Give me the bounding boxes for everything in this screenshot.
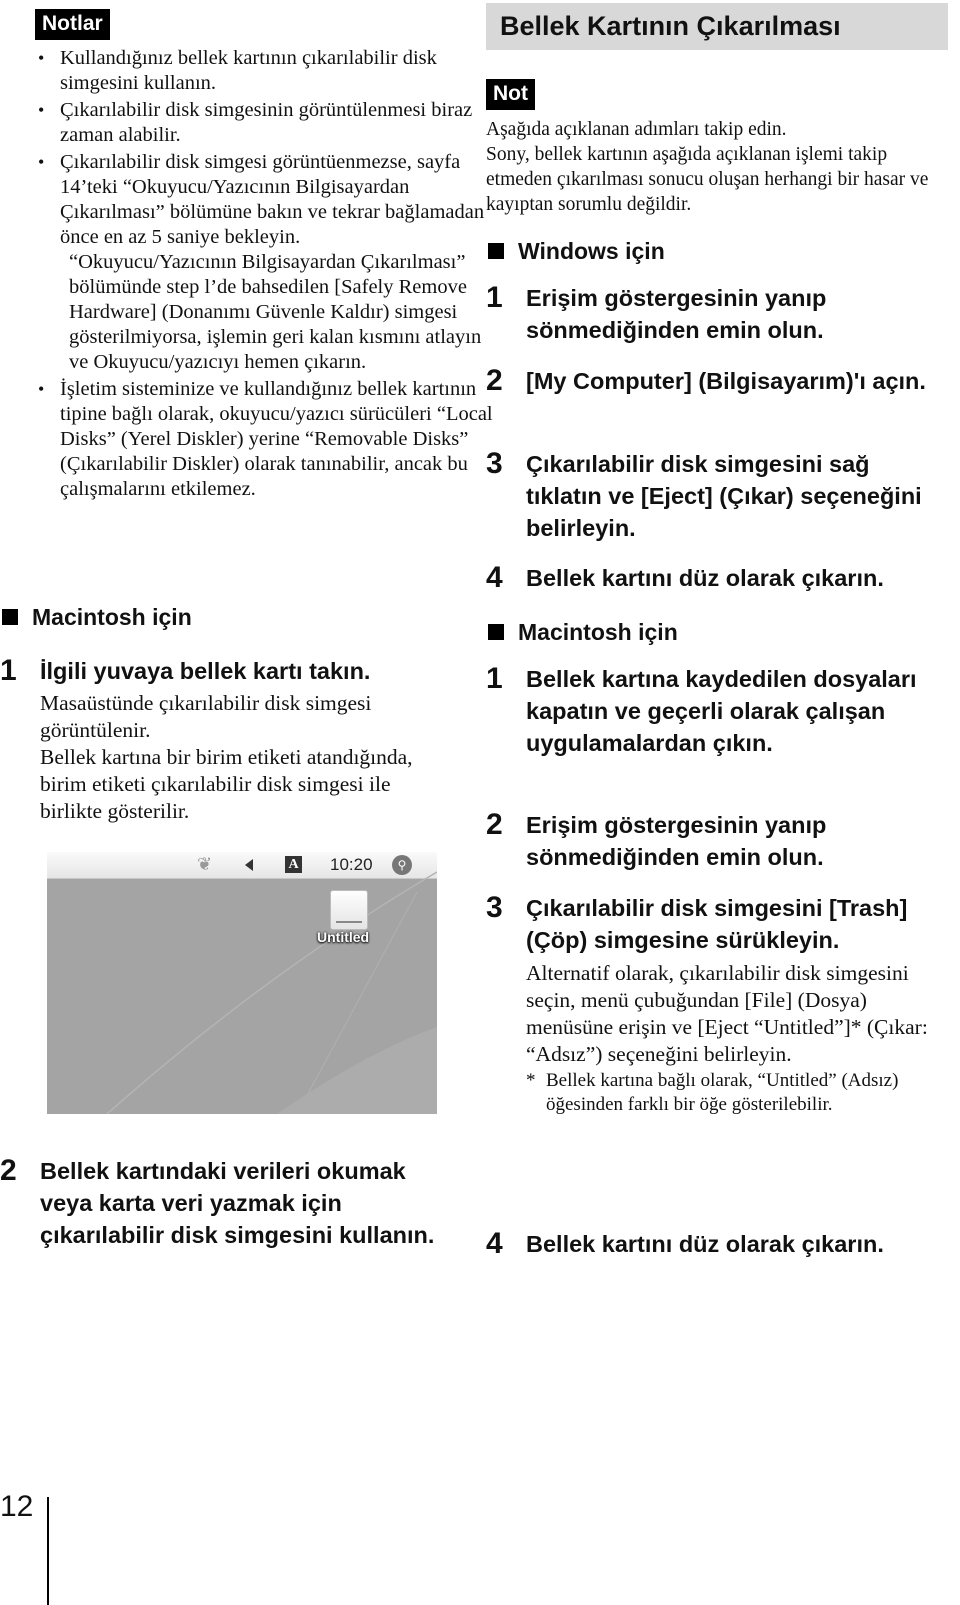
page-number: 12 <box>0 1490 34 1523</box>
desktop-wallpaper <box>106 871 437 1114</box>
mac-eject-step-2: 2 Erişim göstergesinin yanıp sönmediğind… <box>486 809 936 873</box>
note-text: Aşağıda açıklanan adımları takip edin. S… <box>486 119 929 215</box>
mac-desktop-screenshot: ❦ A 10:20 ⚲ Untitled <box>47 852 437 1114</box>
page-title: Bellek Kartının Çıkarılması <box>486 3 948 50</box>
note-item: • Kullandığınız bellek kartının çıkarılab… <box>38 47 437 94</box>
notes-tag: Notlar <box>35 9 110 40</box>
mac-eject-step-4: 4 Bellek kartını düz olarak çıkarın. <box>486 1227 884 1260</box>
step-title: Çıkarılabilir disk simgesini [Trash] (Çö… <box>526 895 908 953</box>
windows-step-4: 4 Bellek kartını düz olarak çıkarın. <box>486 561 884 594</box>
page-divider <box>47 1497 49 1605</box>
step-body: Alternatif olarak, çıkarılabilir disk si… <box>526 961 928 1066</box>
mac-section-heading-right: Macintosh için <box>488 618 678 646</box>
notes-list: • Kullandığınız bellek kartının çıkarılab… <box>0 46 505 504</box>
mac-step-2: 2 Bellek kartındaki verileri okumak veya… <box>0 1155 450 1251</box>
step-title: Erişim göstergesinin yanıp sönmediğinden… <box>526 812 827 870</box>
removable-disk-icon[interactable] <box>330 890 368 930</box>
step-body: Masaüstünde çıkarılabilir disk simgesi g… <box>40 691 413 823</box>
note-item: • Çıkarılabilir disk simgesi görüntüenmez… <box>38 151 485 373</box>
step-title: Bellek kartını düz olarak çıkarın. <box>526 565 884 591</box>
bullet-icon: • <box>38 152 45 172</box>
square-bullet-icon <box>488 624 504 640</box>
step-title: [My Computer] (Bilgisayarım)'ı açın. <box>526 368 926 394</box>
note-item: • İşletim sisteminize ve kullandığınız be… <box>38 378 493 500</box>
mac-eject-step-3: 3 Çıkarılabilir disk simgesini [Trash] (… <box>486 892 936 1117</box>
mac-section-heading: Macintosh için <box>2 603 192 631</box>
note-tag: Not <box>486 79 535 110</box>
step-title: Bellek kartındaki verileri okumak veya k… <box>40 1158 435 1248</box>
bullet-icon: • <box>38 100 45 120</box>
square-bullet-icon <box>488 243 504 259</box>
disk-label: Untitled <box>317 929 370 945</box>
step-title: Bellek kartını düz olarak çıkarın. <box>526 1231 884 1257</box>
windows-step-2: 2 [My Computer] (Bilgisayarım)'ı açın. <box>486 364 926 397</box>
windows-section-heading: Windows için <box>488 237 665 265</box>
mac-step-1: 1 İlgili yuvaya bellek kartı takın. Masa… <box>0 655 450 825</box>
footnote: * Bellek kartına bağlı olarak, “Untitled… <box>526 1070 899 1115</box>
bullet-icon: • <box>38 48 45 68</box>
windows-step-1: 1 Erişim göstergesinin yanıp sönmediğind… <box>486 282 936 346</box>
square-bullet-icon <box>2 609 18 625</box>
mac-eject-step-1: 1 Bellek kartına kaydedilen dosyaları ka… <box>486 663 936 759</box>
step-title: Bellek kartına kaydedilen dosyaları kapa… <box>526 666 917 756</box>
step-title: Çıkarılabilir disk simgesini sağ tıklatı… <box>526 451 922 541</box>
step-title: İlgili yuvaya bellek kartı takın. <box>40 658 371 684</box>
note-item: • Çıkarılabilir disk simgesinin görüntüle… <box>38 99 473 146</box>
windows-step-3: 3 Çıkarılabilir disk simgesini sağ tıkla… <box>486 448 936 544</box>
step-title: Erişim göstergesinin yanıp sönmediğinden… <box>526 285 827 343</box>
bullet-icon: • <box>38 379 45 399</box>
